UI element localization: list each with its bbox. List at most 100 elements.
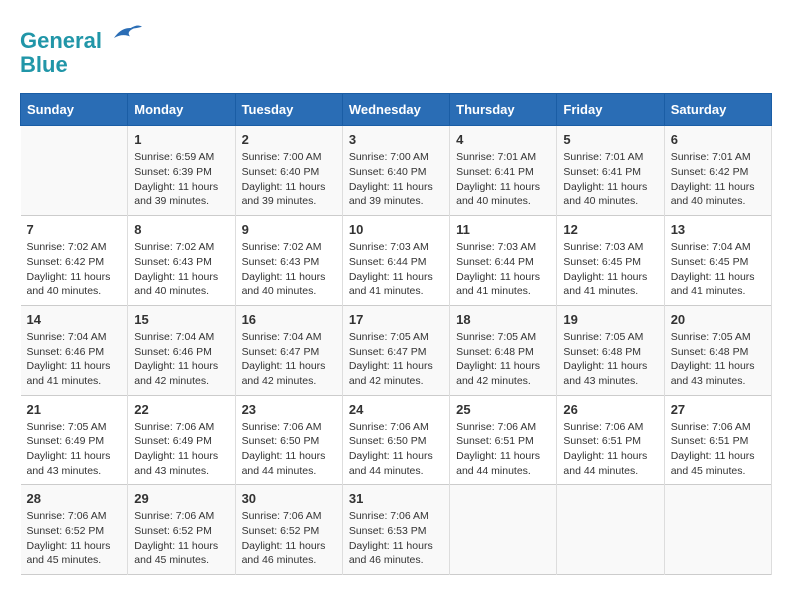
day-number: 4	[456, 132, 550, 147]
day-cell	[21, 126, 128, 216]
day-number: 2	[242, 132, 336, 147]
weekday-header-wednesday: Wednesday	[342, 94, 449, 126]
day-info: Sunrise: 7:05 AM Sunset: 6:47 PM Dayligh…	[349, 330, 443, 389]
day-info: Sunrise: 7:05 AM Sunset: 6:49 PM Dayligh…	[27, 420, 122, 479]
day-cell: 27 Sunrise: 7:06 AM Sunset: 6:51 PM Dayli…	[664, 395, 771, 485]
day-cell: 3Sunrise: 7:00 AM Sunset: 6:40 PM Daylig…	[342, 126, 449, 216]
day-info: Sunrise: 7:04 AM Sunset: 6:45 PM Dayligh…	[671, 240, 765, 299]
day-number: 25	[456, 402, 550, 417]
day-info: Sunrise: 7:04 AM Sunset: 6:46 PM Dayligh…	[27, 330, 122, 389]
day-number: 19	[563, 312, 657, 327]
day-info: Sunrise: 7:06 AM Sunset: 6:52 PM Dayligh…	[27, 509, 122, 568]
calendar-table: SundayMondayTuesdayWednesdayThursdayFrid…	[20, 93, 772, 575]
day-info: Sunrise: 7:06 AM Sunset: 6:52 PM Dayligh…	[242, 509, 336, 568]
day-info: Sunrise: 7:03 AM Sunset: 6:44 PM Dayligh…	[349, 240, 443, 299]
day-info: Sunrise: 7:06 AM Sunset: 6:50 PM Dayligh…	[242, 420, 336, 479]
day-cell: 24Sunrise: 7:06 AM Sunset: 6:50 PM Dayli…	[342, 395, 449, 485]
day-cell: 15 Sunrise: 7:04 AM Sunset: 6:46 PM Dayli…	[128, 305, 235, 395]
logo-blue: Blue	[20, 53, 142, 77]
week-row-2: 7 Sunrise: 7:02 AM Sunset: 6:42 PM Daylig…	[21, 216, 772, 306]
day-number: 27	[671, 402, 765, 417]
logo-text: General	[20, 20, 142, 53]
day-info: Sunrise: 7:06 AM Sunset: 6:51 PM Dayligh…	[563, 420, 657, 479]
logo-bird-icon	[110, 20, 142, 48]
day-cell: 19 Sunrise: 7:05 AM Sunset: 6:48 PM Dayli…	[557, 305, 664, 395]
day-number: 5	[563, 132, 657, 147]
day-info: Sunrise: 7:03 AM Sunset: 6:44 PM Dayligh…	[456, 240, 550, 299]
day-cell: 6 Sunrise: 7:01 AM Sunset: 6:42 PM Daylig…	[664, 126, 771, 216]
weekday-header-row: SundayMondayTuesdayWednesdayThursdayFrid…	[21, 94, 772, 126]
day-cell: 4 Sunrise: 7:01 AM Sunset: 6:41 PM Daylig…	[450, 126, 557, 216]
day-info: Sunrise: 7:04 AM Sunset: 6:46 PM Dayligh…	[134, 330, 228, 389]
day-number: 7	[27, 222, 122, 237]
day-cell: 17 Sunrise: 7:05 AM Sunset: 6:47 PM Dayli…	[342, 305, 449, 395]
day-info: Sunrise: 7:01 AM Sunset: 6:41 PM Dayligh…	[456, 150, 550, 209]
day-number: 16	[242, 312, 336, 327]
day-number: 9	[242, 222, 336, 237]
day-cell: 23 Sunrise: 7:06 AM Sunset: 6:50 PM Dayli…	[235, 395, 342, 485]
day-number: 30	[242, 491, 336, 506]
logo: General Blue	[20, 20, 142, 77]
day-cell: 8 Sunrise: 7:02 AM Sunset: 6:43 PM Daylig…	[128, 216, 235, 306]
day-info: Sunrise: 7:05 AM Sunset: 6:48 PM Dayligh…	[456, 330, 550, 389]
day-cell: 21 Sunrise: 7:05 AM Sunset: 6:49 PM Dayli…	[21, 395, 128, 485]
week-row-3: 14 Sunrise: 7:04 AM Sunset: 6:46 PM Dayli…	[21, 305, 772, 395]
day-info: Sunrise: 7:06 AM Sunset: 6:49 PM Dayligh…	[134, 420, 228, 479]
day-info: Sunrise: 7:06 AM Sunset: 6:53 PM Dayligh…	[349, 509, 443, 568]
day-number: 15	[134, 312, 228, 327]
day-info: Sunrise: 7:06 AM Sunset: 6:52 PM Dayligh…	[134, 509, 228, 568]
day-cell: 13 Sunrise: 7:04 AM Sunset: 6:45 PM Dayli…	[664, 216, 771, 306]
day-number: 26	[563, 402, 657, 417]
day-info: Sunrise: 7:06 AM Sunset: 6:50 PM Dayligh…	[349, 420, 443, 479]
day-cell: 7 Sunrise: 7:02 AM Sunset: 6:42 PM Daylig…	[21, 216, 128, 306]
day-cell: 9Sunrise: 7:02 AM Sunset: 6:43 PM Daylig…	[235, 216, 342, 306]
day-number: 21	[27, 402, 122, 417]
day-cell: 14 Sunrise: 7:04 AM Sunset: 6:46 PM Dayli…	[21, 305, 128, 395]
day-info: Sunrise: 7:06 AM Sunset: 6:51 PM Dayligh…	[456, 420, 550, 479]
day-cell: 30 Sunrise: 7:06 AM Sunset: 6:52 PM Dayli…	[235, 485, 342, 575]
day-info: Sunrise: 7:05 AM Sunset: 6:48 PM Dayligh…	[563, 330, 657, 389]
day-cell: 16Sunrise: 7:04 AM Sunset: 6:47 PM Dayli…	[235, 305, 342, 395]
day-cell: 11Sunrise: 7:03 AM Sunset: 6:44 PM Dayli…	[450, 216, 557, 306]
day-number: 14	[27, 312, 122, 327]
day-cell: 31 Sunrise: 7:06 AM Sunset: 6:53 PM Dayli…	[342, 485, 449, 575]
day-cell: 12 Sunrise: 7:03 AM Sunset: 6:45 PM Dayli…	[557, 216, 664, 306]
week-row-1: 1 Sunrise: 6:59 AM Sunset: 6:39 PM Daylig…	[21, 126, 772, 216]
day-cell: 1 Sunrise: 6:59 AM Sunset: 6:39 PM Daylig…	[128, 126, 235, 216]
weekday-header-thursday: Thursday	[450, 94, 557, 126]
day-number: 17	[349, 312, 443, 327]
weekday-header-tuesday: Tuesday	[235, 94, 342, 126]
day-number: 18	[456, 312, 550, 327]
day-number: 12	[563, 222, 657, 237]
day-info: Sunrise: 7:06 AM Sunset: 6:51 PM Dayligh…	[671, 420, 765, 479]
day-info: Sunrise: 6:59 AM Sunset: 6:39 PM Dayligh…	[134, 150, 228, 209]
logo-general: General	[20, 28, 102, 53]
day-cell: 10 Sunrise: 7:03 AM Sunset: 6:44 PM Dayli…	[342, 216, 449, 306]
day-cell: 29Sunrise: 7:06 AM Sunset: 6:52 PM Dayli…	[128, 485, 235, 575]
day-number: 6	[671, 132, 765, 147]
day-number: 22	[134, 402, 228, 417]
day-number: 8	[134, 222, 228, 237]
day-cell: 20Sunrise: 7:05 AM Sunset: 6:48 PM Dayli…	[664, 305, 771, 395]
day-number: 23	[242, 402, 336, 417]
page-header: General Blue	[20, 20, 772, 77]
day-info: Sunrise: 7:00 AM Sunset: 6:40 PM Dayligh…	[349, 150, 443, 209]
day-number: 13	[671, 222, 765, 237]
weekday-header-saturday: Saturday	[664, 94, 771, 126]
week-row-5: 28Sunrise: 7:06 AM Sunset: 6:52 PM Dayli…	[21, 485, 772, 575]
day-number: 10	[349, 222, 443, 237]
day-info: Sunrise: 7:01 AM Sunset: 6:42 PM Dayligh…	[671, 150, 765, 209]
day-cell: 18 Sunrise: 7:05 AM Sunset: 6:48 PM Dayli…	[450, 305, 557, 395]
day-number: 31	[349, 491, 443, 506]
day-cell: 2Sunrise: 7:00 AM Sunset: 6:40 PM Daylig…	[235, 126, 342, 216]
day-info: Sunrise: 7:02 AM Sunset: 6:43 PM Dayligh…	[134, 240, 228, 299]
day-number: 1	[134, 132, 228, 147]
day-info: Sunrise: 7:02 AM Sunset: 6:42 PM Dayligh…	[27, 240, 122, 299]
weekday-header-friday: Friday	[557, 94, 664, 126]
day-cell	[664, 485, 771, 575]
day-info: Sunrise: 7:03 AM Sunset: 6:45 PM Dayligh…	[563, 240, 657, 299]
weekday-header-sunday: Sunday	[21, 94, 128, 126]
day-cell	[557, 485, 664, 575]
day-info: Sunrise: 7:01 AM Sunset: 6:41 PM Dayligh…	[563, 150, 657, 209]
day-cell: 28Sunrise: 7:06 AM Sunset: 6:52 PM Dayli…	[21, 485, 128, 575]
